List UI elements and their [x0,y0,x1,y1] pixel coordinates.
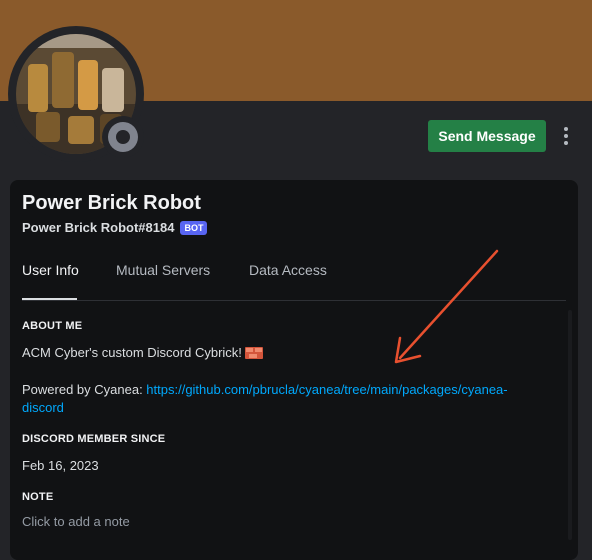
display-name: Power Brick Robot [22,192,201,214]
profile-card: Power Brick Robot Power Brick Robot#8184… [10,180,578,560]
member-since-heading: DISCORD MEMBER SINCE [22,433,166,445]
note-input[interactable]: Click to add a note [22,514,322,529]
about-me-description: ACM Cyber's custom Discord Cybrick! [22,345,263,360]
username-row: Power Brick Robot#8184 BOT [22,220,208,235]
note-heading: NOTE [22,491,54,503]
bot-badge: BOT [180,220,208,235]
offline-status-icon [108,122,138,152]
cyanea-github-link[interactable]: https://github.com/pbrucla/cyanea/tree/m… [146,382,507,397]
more-options-icon[interactable] [556,122,576,150]
tabs-divider [22,300,566,301]
profile-tabs: User Info Mutual Servers Data Access [22,262,566,300]
status-indicator [102,116,144,158]
tab-data-access[interactable]: Data Access [249,262,327,300]
about-me-text: ACM Cyber's custom Discord Cybrick! [22,345,242,360]
powered-by-label: Powered by Cyanea: [22,382,147,397]
powered-by: Powered by Cyanea: https://github.com/pb… [22,381,562,417]
about-me-heading: ABOUT ME [22,320,83,332]
tab-mutual-servers[interactable]: Mutual Servers [116,262,210,300]
send-message-button[interactable]: Send Message [428,120,546,152]
brick-icon [244,347,263,359]
cyanea-github-link-continued[interactable]: discord [22,400,64,415]
tab-user-info[interactable]: User Info [22,262,79,300]
member-since-date: Feb 16, 2023 [22,458,99,473]
username-tag: Power Brick Robot#8184 [22,220,175,235]
scrollbar[interactable] [568,310,572,540]
avatar-frame [8,26,144,162]
